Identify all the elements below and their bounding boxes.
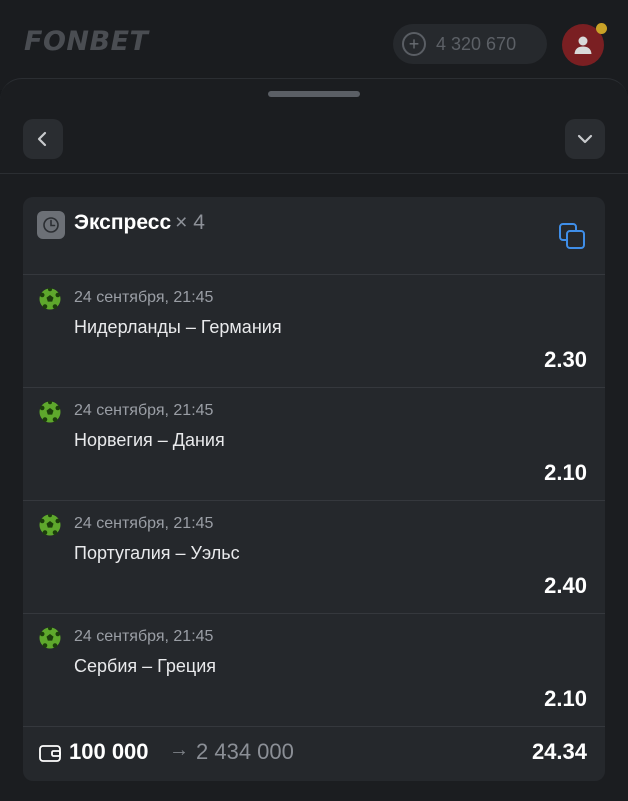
event-row[interactable]: 24 сентября, 21:45 Португалия – Уэльс 2.…	[23, 501, 605, 613]
sheet-drag-handle[interactable]	[268, 91, 360, 97]
collapse-button[interactable]	[565, 119, 605, 159]
clock-icon	[37, 211, 65, 239]
event-row[interactable]: 24 сентября, 21:45 Сербия – Греция 2.10	[23, 614, 605, 726]
payout-amount: 2 434 000	[196, 739, 294, 764]
event-date: 24 сентября, 21:45	[74, 402, 214, 419]
soccer-ball-icon	[39, 288, 61, 310]
event-row[interactable]: 24 сентября, 21:45 Норвегия – Дания 2.10	[23, 388, 605, 500]
event-odds: 2.40	[544, 573, 587, 598]
soccer-ball-icon	[39, 514, 61, 536]
bet-type-title: Экспресс × 4	[74, 211, 205, 235]
back-button[interactable]	[23, 119, 63, 159]
balance-button[interactable]: + 4 320 670	[393, 24, 547, 64]
copy-button[interactable]	[557, 221, 587, 251]
bet-details-sheet: Экспресс × 4 24 сентября, 21:45 Нидерланд…	[0, 78, 628, 801]
arrow-right-icon: →	[169, 739, 189, 761]
nav-divider	[0, 173, 628, 174]
wallet-icon	[39, 745, 61, 762]
chevron-down-icon	[577, 134, 593, 144]
app-header: FONBET + 4 320 670	[0, 0, 628, 90]
stake-amount: 100 000	[69, 739, 149, 764]
notification-dot	[596, 23, 607, 34]
event-odds: 2.10	[544, 686, 587, 711]
copy-icon	[559, 223, 585, 249]
event-match: Норвегия – Дания	[74, 430, 225, 450]
event-date: 24 сентября, 21:45	[74, 289, 214, 306]
event-odds: 2.30	[544, 347, 587, 372]
total-odds: 24.34	[531, 739, 587, 764]
event-date: 24 сентября, 21:45	[74, 515, 214, 532]
bet-summary: 100 000 → 2 434 000 24.34	[23, 727, 605, 781]
avatar[interactable]	[562, 23, 607, 66]
balance-amount: 4 320 670	[436, 33, 517, 54]
bet-multiplier: × 4	[175, 211, 205, 234]
soccer-ball-icon	[39, 401, 61, 423]
bet-card-header: Экспресс × 4	[23, 197, 605, 275]
event-odds: 2.10	[544, 460, 587, 485]
plus-icon: +	[402, 32, 426, 56]
event-match: Португалия – Уэльс	[74, 543, 240, 563]
event-match: Сербия – Греция	[74, 656, 217, 676]
soccer-ball-icon	[39, 627, 61, 649]
chevron-left-icon	[37, 131, 47, 147]
event-row[interactable]: 24 сентября, 21:45 Нидерланды – Германия…	[23, 275, 605, 387]
event-match: Нидерланды – Германия	[74, 317, 282, 337]
bet-card: Экспресс × 4 24 сентября, 21:45 Нидерланд…	[23, 197, 605, 781]
bet-type-label: Экспресс	[74, 211, 172, 234]
fonbet-logo[interactable]: FONBET	[24, 26, 148, 57]
user-icon	[574, 36, 592, 54]
event-date: 24 сентября, 21:45	[74, 628, 214, 645]
